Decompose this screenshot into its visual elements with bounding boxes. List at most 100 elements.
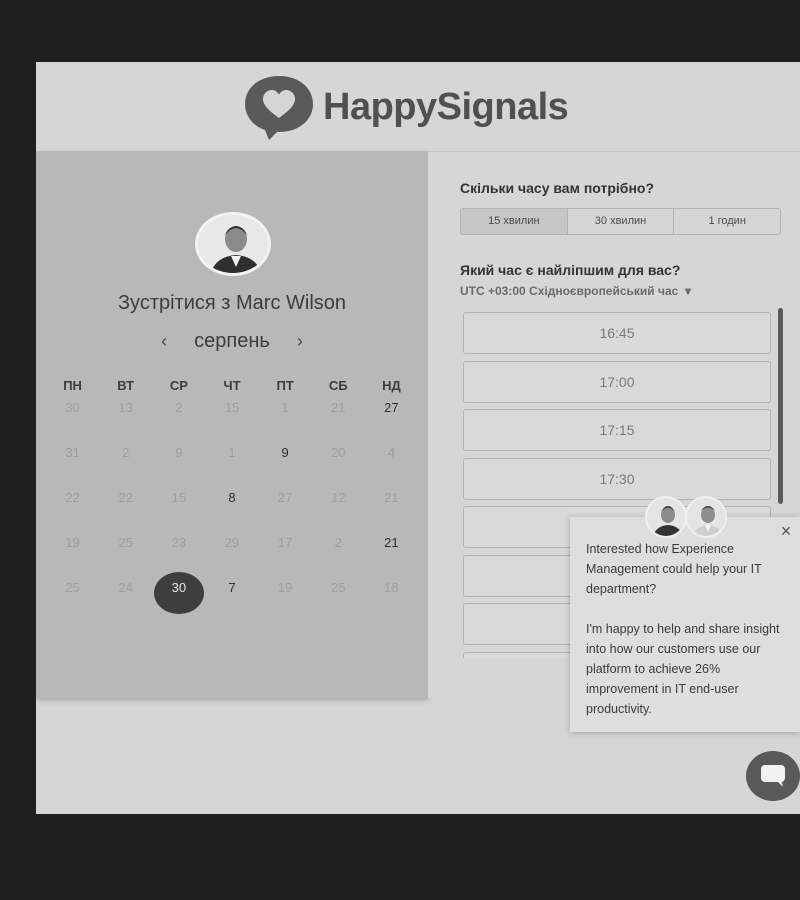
chat-popup: × Interested how Experience Management c… (570, 517, 800, 732)
calendar-day: 22 (99, 482, 152, 527)
calendar-day: 25 (46, 572, 99, 617)
calendar-day: 25 (312, 572, 365, 617)
day-number: 31 (65, 445, 80, 460)
day-number: 17 (277, 535, 293, 550)
calendar-day: 29 (205, 527, 258, 572)
day-number: 27 (277, 490, 293, 505)
chevron-right-icon[interactable]: › (280, 331, 320, 352)
day-number: 15 (171, 490, 187, 505)
duration-question: Скільки часу вам потрібно? (460, 180, 655, 196)
day-number: 21 (331, 400, 346, 415)
day-number: 21 (384, 490, 399, 505)
calendar-day: 2 (99, 437, 152, 482)
calendar-panel: Зустрітися з Marc Wilson ‹ серпень › ПН … (36, 152, 428, 698)
month-label: серпень (194, 330, 270, 352)
day-number: 30 (65, 400, 80, 415)
calendar-day: 2 (312, 527, 365, 572)
meet-title: Зустрітися з Marc Wilson (117, 292, 347, 314)
day-number: 29 (224, 535, 240, 550)
chat-button[interactable] (746, 751, 800, 801)
weekday-label: НД (382, 378, 401, 393)
calendar-day: 2 (152, 392, 205, 437)
day-number: 9 (175, 445, 183, 460)
day-number: 7 (228, 580, 236, 595)
calendar-day: 1 (259, 392, 312, 437)
timezone-label: UTC +03:00 Східноєвропейський час (460, 284, 679, 298)
day-number: 4 (387, 445, 396, 460)
time-slot-scrollbar[interactable] (778, 308, 783, 504)
heart-speech-logo-icon (245, 76, 313, 140)
time-question: Який час є найліпшим для вас? (460, 262, 681, 278)
weekday-label: ПН (63, 378, 82, 393)
chat-bubble-icon (761, 765, 785, 787)
calendar-grid: 30 13 2 15 1 21 27 31 2 9 1 9 20 4 22 22 15 8 27 12 21 19 25 23… (46, 392, 418, 617)
weekday-label: СР (169, 378, 188, 393)
duration-selector: 15 хвилин 30 хвилин 1 годин (460, 208, 781, 235)
time-slot[interactable]: 17:15 (463, 409, 771, 451)
logo: HappySignals (243, 74, 569, 140)
day-number: 24 (118, 580, 133, 595)
calendar-day: 13 (99, 392, 152, 437)
calendar-day: 22 (46, 482, 99, 527)
calendar-day[interactable]: 9 (259, 437, 312, 482)
calendar-day: 4 (365, 437, 418, 482)
timezone-select[interactable]: UTC +03:00 Східноєвропейський час ▾ (460, 284, 691, 298)
day-number: 2 (175, 400, 183, 415)
day-number: 20 (331, 445, 346, 460)
day-number: 19 (65, 535, 80, 550)
calendar-day: 17 (259, 527, 312, 572)
calendar-day: 19 (259, 572, 312, 617)
day-number: 13 (118, 400, 133, 415)
calendar-day[interactable]: 7 (205, 572, 258, 617)
calendar-day: 21 (365, 482, 418, 527)
day-number: 22 (65, 490, 80, 505)
day-number: 21 (384, 535, 399, 550)
calendar-day: 30 (46, 392, 99, 437)
calendar-day-selected[interactable]: 30 (152, 572, 205, 617)
calendar-day: 27 (259, 482, 312, 527)
calendar-day: 12 (312, 482, 365, 527)
brand-name: HappySignals (323, 85, 569, 128)
calendar-day: 18 (365, 572, 418, 617)
day-number: 9 (281, 445, 289, 460)
calendar-day[interactable]: 27 (365, 392, 418, 437)
caret-down-icon: ▾ (681, 284, 692, 298)
day-number: 12 (331, 490, 346, 505)
calendar-day: 21 (312, 392, 365, 437)
day-number: 15 (224, 400, 240, 415)
calendar-day: 23 (152, 527, 205, 572)
calendar-day: 15 (205, 392, 258, 437)
day-number: 23 (171, 535, 187, 550)
day-number: 8 (228, 490, 236, 505)
calendar-day: 25 (99, 527, 152, 572)
day-number: 1 (281, 400, 289, 415)
day-number: 25 (118, 535, 133, 550)
header: HappySignals (36, 62, 800, 152)
day-number: 19 (277, 580, 293, 595)
duration-option[interactable]: 15 хвилин (461, 209, 568, 234)
agent-avatar (685, 496, 727, 538)
weekday-label: ВТ (117, 378, 135, 393)
calendar-day[interactable]: 21 (365, 527, 418, 572)
day-number: 2 (122, 445, 130, 460)
month-navigation: ‹ серпень › (36, 330, 428, 353)
calendar-day: 31 (46, 437, 99, 482)
calendar-day: 24 (99, 572, 152, 617)
weekday-header: ПН ВТ СР ЧТ ПТ СБ НД (46, 378, 418, 393)
duration-option[interactable]: 1 годин (674, 209, 780, 234)
calendar-day: 15 (152, 482, 205, 527)
time-slot[interactable]: 17:00 (463, 360, 771, 403)
calendar-day: 19 (46, 527, 99, 572)
weekday-label: СБ (328, 378, 348, 393)
day-number: 30 (171, 580, 187, 595)
day-number: 25 (65, 580, 80, 595)
duration-option[interactable]: 30 хвилин (568, 209, 675, 234)
day-number: 27 (384, 400, 399, 415)
chat-message: Interested how Experience Management cou… (586, 542, 762, 596)
calendar-day[interactable]: 8 (205, 482, 258, 527)
calendar-day: 20 (312, 437, 365, 482)
weekday-label: ПТ (276, 378, 294, 393)
time-slot[interactable]: 17:30 (463, 457, 771, 500)
chevron-left-icon[interactable]: ‹ (144, 331, 184, 352)
time-slot[interactable]: 16:45 (463, 312, 771, 354)
